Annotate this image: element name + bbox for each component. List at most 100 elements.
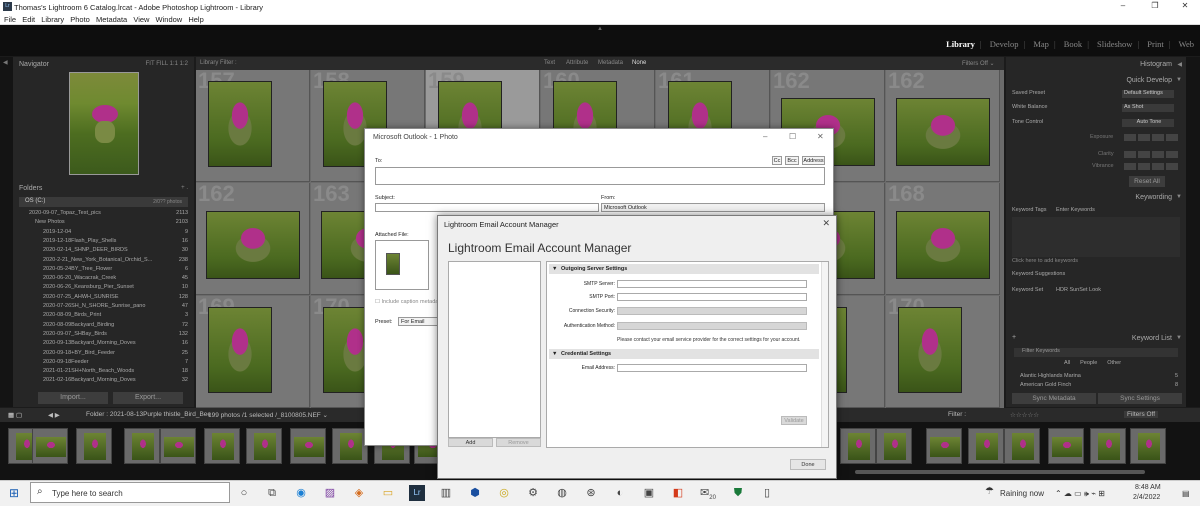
folder-row[interactable]: 2020-02-14_SHNP_DEER_BIRDS 30	[13, 246, 194, 255]
collapse-top-icon[interactable]: ▲	[597, 26, 603, 32]
quick-develop-collapse-icon[interactable]: ▼	[1176, 77, 1182, 83]
office-icon[interactable]: ◧	[670, 485, 686, 501]
folder-row[interactable]: 2021-02-16Backyard_Morning_Doves 32	[13, 376, 194, 385]
folder-row[interactable]: 2019-12-18Flash_Play_Shells 16	[13, 237, 194, 246]
menu-help[interactable]: Help	[188, 15, 203, 24]
task-view-icon[interactable]: ⧉	[264, 485, 280, 501]
histogram-header[interactable]: Histogram ◀	[1006, 59, 1186, 71]
notepad-icon[interactable]: ▯	[759, 485, 775, 501]
module-develop[interactable]: Develop	[990, 39, 1019, 49]
settings-gear-icon[interactable]: ⚙	[525, 485, 541, 501]
app-icon-3[interactable]: ◍	[554, 485, 570, 501]
folder-row[interactable]: 2020-08-09_Birds_Print 3	[13, 311, 194, 320]
credential-section[interactable]: ▼ Credential Settings	[549, 349, 819, 359]
keyword-item[interactable]: American Gold Finch 8	[1012, 381, 1180, 391]
filmstrip-thumbnail[interactable]	[876, 428, 912, 464]
filter-attribute[interactable]: Attribute	[566, 60, 588, 66]
lightroom-taskbar-icon[interactable]: Lr	[409, 485, 425, 501]
outlook-minimize-icon[interactable]: –	[763, 132, 767, 141]
filter-metadata[interactable]: Metadata	[598, 60, 623, 66]
from-dropdown[interactable]: Microsoft Outlook	[601, 203, 825, 212]
histogram-collapse-icon[interactable]: ◀	[1177, 61, 1182, 68]
filmstrip-scrollbar[interactable]	[855, 470, 1145, 474]
preset-dropdown[interactable]: For Email	[398, 317, 438, 326]
folder-row[interactable]: 2020-07-26SH_N_SHORE_Sunrise_pano 47	[13, 302, 194, 311]
app-icon-6[interactable]: ▣	[641, 485, 657, 501]
vibrance-stepper[interactable]	[1124, 163, 1178, 170]
photo-thumbnail[interactable]	[898, 307, 962, 393]
weather-icon[interactable]: ☂	[985, 486, 994, 497]
filmstrip-thumbnail[interactable]	[1130, 428, 1166, 464]
tray-icons[interactable]: ⌃ ☁ ▭ 🕪 ⌁ ⊞	[1055, 489, 1105, 499]
photo-thumbnail[interactable]	[208, 307, 272, 393]
keyword-text-area[interactable]	[1012, 217, 1180, 257]
smtp-server-input[interactable]	[617, 280, 807, 288]
collapse-left-icon[interactable]: ◀	[3, 59, 8, 66]
filter-keywords-input[interactable]: Filter Keywords	[1014, 348, 1178, 357]
saved-preset-dropdown[interactable]: Default Settings	[1122, 90, 1174, 98]
folders-actions[interactable]: + .	[181, 185, 188, 191]
photo-thumbnail[interactable]	[206, 211, 300, 279]
outgoing-server-section[interactable]: ▼ Outgoing Server Settings	[549, 264, 819, 274]
account-list[interactable]	[448, 261, 541, 438]
import-button[interactable]: Import...	[38, 392, 108, 404]
menu-file[interactable]: File	[4, 15, 16, 24]
weather-text[interactable]: Raining now	[1000, 489, 1044, 498]
shield-app-icon[interactable]: ⬢	[467, 485, 483, 501]
module-book[interactable]: Book	[1064, 39, 1082, 49]
rating-filter-stars[interactable]: ☆☆☆☆☆	[1010, 411, 1039, 419]
photo-thumbnail[interactable]	[896, 211, 990, 279]
settings-scrollbar[interactable]	[821, 262, 828, 447]
filmstrip-thumbnail[interactable]	[160, 428, 196, 464]
outlook-maximize-icon[interactable]: ☐	[789, 132, 796, 141]
taskbar-search-box[interactable]: ⌕ Type here to search	[30, 482, 230, 503]
folder-breadcrumb[interactable]: Folder : 2021-08-13Purple thistle_Bird_B…	[86, 411, 211, 418]
bcc-button[interactable]: Bcc	[785, 156, 799, 165]
tab-all[interactable]: All	[1064, 360, 1070, 366]
folder-row[interactable]: New Photos 2103	[13, 218, 194, 227]
include-caption-checkbox[interactable]: ☐ Include caption metadata	[375, 299, 443, 305]
folder-row[interactable]: 2019-12-04 9	[13, 228, 194, 237]
grid-cell[interactable]: 157	[196, 70, 310, 182]
address-button[interactable]: Address	[802, 156, 825, 165]
cortana-icon[interactable]: ○	[236, 485, 252, 501]
photo-thumbnail[interactable]	[208, 81, 272, 167]
photo-thumbnail[interactable]	[896, 98, 990, 166]
tab-other[interactable]: Other	[1107, 360, 1121, 366]
filmstrip-thumbnail[interactable]	[968, 428, 1004, 464]
module-print[interactable]: Print	[1147, 39, 1164, 49]
right-panel-strip[interactable]	[1186, 57, 1200, 407]
app-icon-2[interactable]: ◎	[496, 485, 512, 501]
subject-field[interactable]	[375, 203, 599, 212]
sync-settings-button[interactable]: Sync Settings	[1098, 393, 1182, 404]
folder-row[interactable]: 2020-06-20_Wacacrak_Creek 45	[13, 274, 194, 283]
filmstrip-thumbnail[interactable]	[926, 428, 962, 464]
folder-row[interactable]: 2020-05-24BY_Tree_Flower 6	[13, 265, 194, 274]
done-button[interactable]: Done	[790, 459, 826, 470]
defender-icon[interactable]: ⛊	[730, 485, 746, 501]
remove-account-button[interactable]: Remove	[496, 438, 541, 447]
add-account-button[interactable]: Add	[448, 438, 493, 447]
folder-row[interactable]: 2020-09-07_Topaz_Test_pics 2113	[13, 209, 194, 218]
export-button[interactable]: Export...	[113, 392, 183, 404]
folder-row[interactable]: 2020-07-25_AHWH_SUNRISE 128	[13, 293, 194, 302]
folder-row[interactable]: 2020-2-21_New_York_Botanical_Orchid_S...…	[13, 256, 194, 265]
filmstrip-thumbnail[interactable]	[1004, 428, 1040, 464]
attached-file-box[interactable]	[375, 240, 429, 290]
left-panel-strip[interactable]: ◀	[0, 57, 13, 407]
folder-row[interactable]: 2020-09-18+BY_Bird_Feeder 25	[13, 349, 194, 358]
filters-off-dropdown[interactable]: Filters Off ⌄	[962, 60, 995, 67]
photo-count[interactable]: 199 photos /1 selected /_8100805.NEF ⌄	[208, 411, 328, 419]
nav-arrows[interactable]: ◀ ▶	[48, 411, 60, 419]
minimize-button[interactable]: –	[1108, 1, 1138, 10]
folder-row[interactable]: 2020-09-07_SHBay_Birds 132	[13, 330, 194, 339]
menu-window[interactable]: Window	[156, 15, 183, 24]
filmstrip-thumbnail[interactable]	[124, 428, 160, 464]
grid-cell[interactable]: 168	[886, 181, 1000, 295]
email-manager-close-icon[interactable]: ✕	[822, 218, 830, 229]
filmstrip-thumbnail[interactable]	[1048, 428, 1084, 464]
cc-button[interactable]: Cc	[772, 156, 782, 165]
close-button[interactable]: ✕	[1170, 1, 1200, 10]
keyword-set-dropdown[interactable]: HDR SunSet Look	[1056, 287, 1101, 293]
grid-cell[interactable]: 162	[196, 181, 310, 295]
